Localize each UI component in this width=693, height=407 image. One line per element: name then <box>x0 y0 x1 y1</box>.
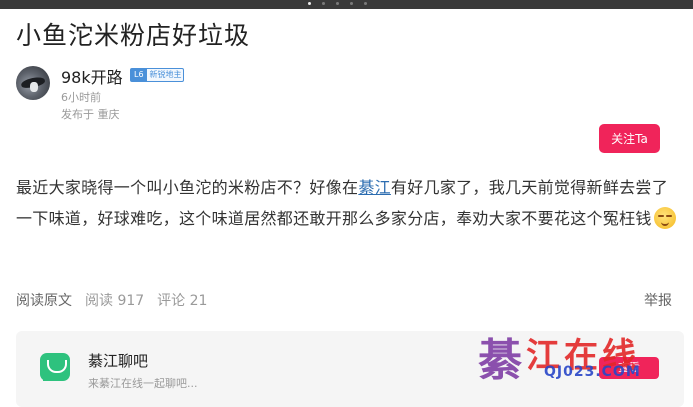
read-count: 阅读 917 <box>85 293 145 309</box>
emoji-eye <box>665 215 672 217</box>
report-link[interactable]: 举报 <box>644 290 672 310</box>
content-text-1: 最近大家晓得一个叫小鱼沱的米粉店不？好像在 <box>16 178 359 197</box>
group-description: 来綦江在线一起聊吧... <box>88 377 198 390</box>
top-status-bar <box>0 0 693 9</box>
group-card[interactable]: 綦江聊吧 来綦江在线一起聊吧... <box>16 331 684 407</box>
author-name[interactable]: 98k开路 <box>61 64 123 88</box>
place-link[interactable]: 綦江 <box>358 178 391 197</box>
page-dot <box>350 2 353 5</box>
post-content: 最近大家晓得一个叫小鱼沱的米粉店不？好像在綦江有好几家了，我几天前觉得新鲜去尝了… <box>16 172 684 234</box>
group-name: 綦江聊吧 <box>88 352 149 370</box>
emoji-mouth <box>660 220 669 226</box>
follow-button[interactable]: 关注Ta <box>599 124 660 153</box>
smile-emoji-icon <box>653 207 676 229</box>
post-time: 6小时前 <box>61 91 101 104</box>
page-dot <box>308 2 311 5</box>
page-dot <box>364 2 367 5</box>
emoji-eye <box>657 215 664 217</box>
page-dot <box>336 2 339 5</box>
comment-count[interactable]: 评论 21 <box>157 290 207 310</box>
page-indicator <box>308 2 367 5</box>
post-title: 小鱼沱米粉店好垃圾 <box>16 21 251 50</box>
post-stats: 阅读原文 阅读 917 评论 21 <box>16 290 207 310</box>
chat-bubble-tail <box>43 375 49 381</box>
post-location: 发布于 重庆 <box>61 108 120 121</box>
view-group-button[interactable]: 查看 <box>599 357 659 379</box>
level-number: L6 <box>131 69 147 81</box>
read-original-link[interactable]: 阅读原文 <box>16 290 72 310</box>
level-name: 新锐地主 <box>149 70 182 79</box>
level-badge: L6 新锐地主 <box>130 68 184 82</box>
eagle-body-shape <box>30 82 38 92</box>
chat-bubble-curve <box>47 360 67 373</box>
chat-bubble-icon <box>40 353 70 381</box>
avatar[interactable] <box>16 66 50 100</box>
page-dot <box>322 2 325 5</box>
